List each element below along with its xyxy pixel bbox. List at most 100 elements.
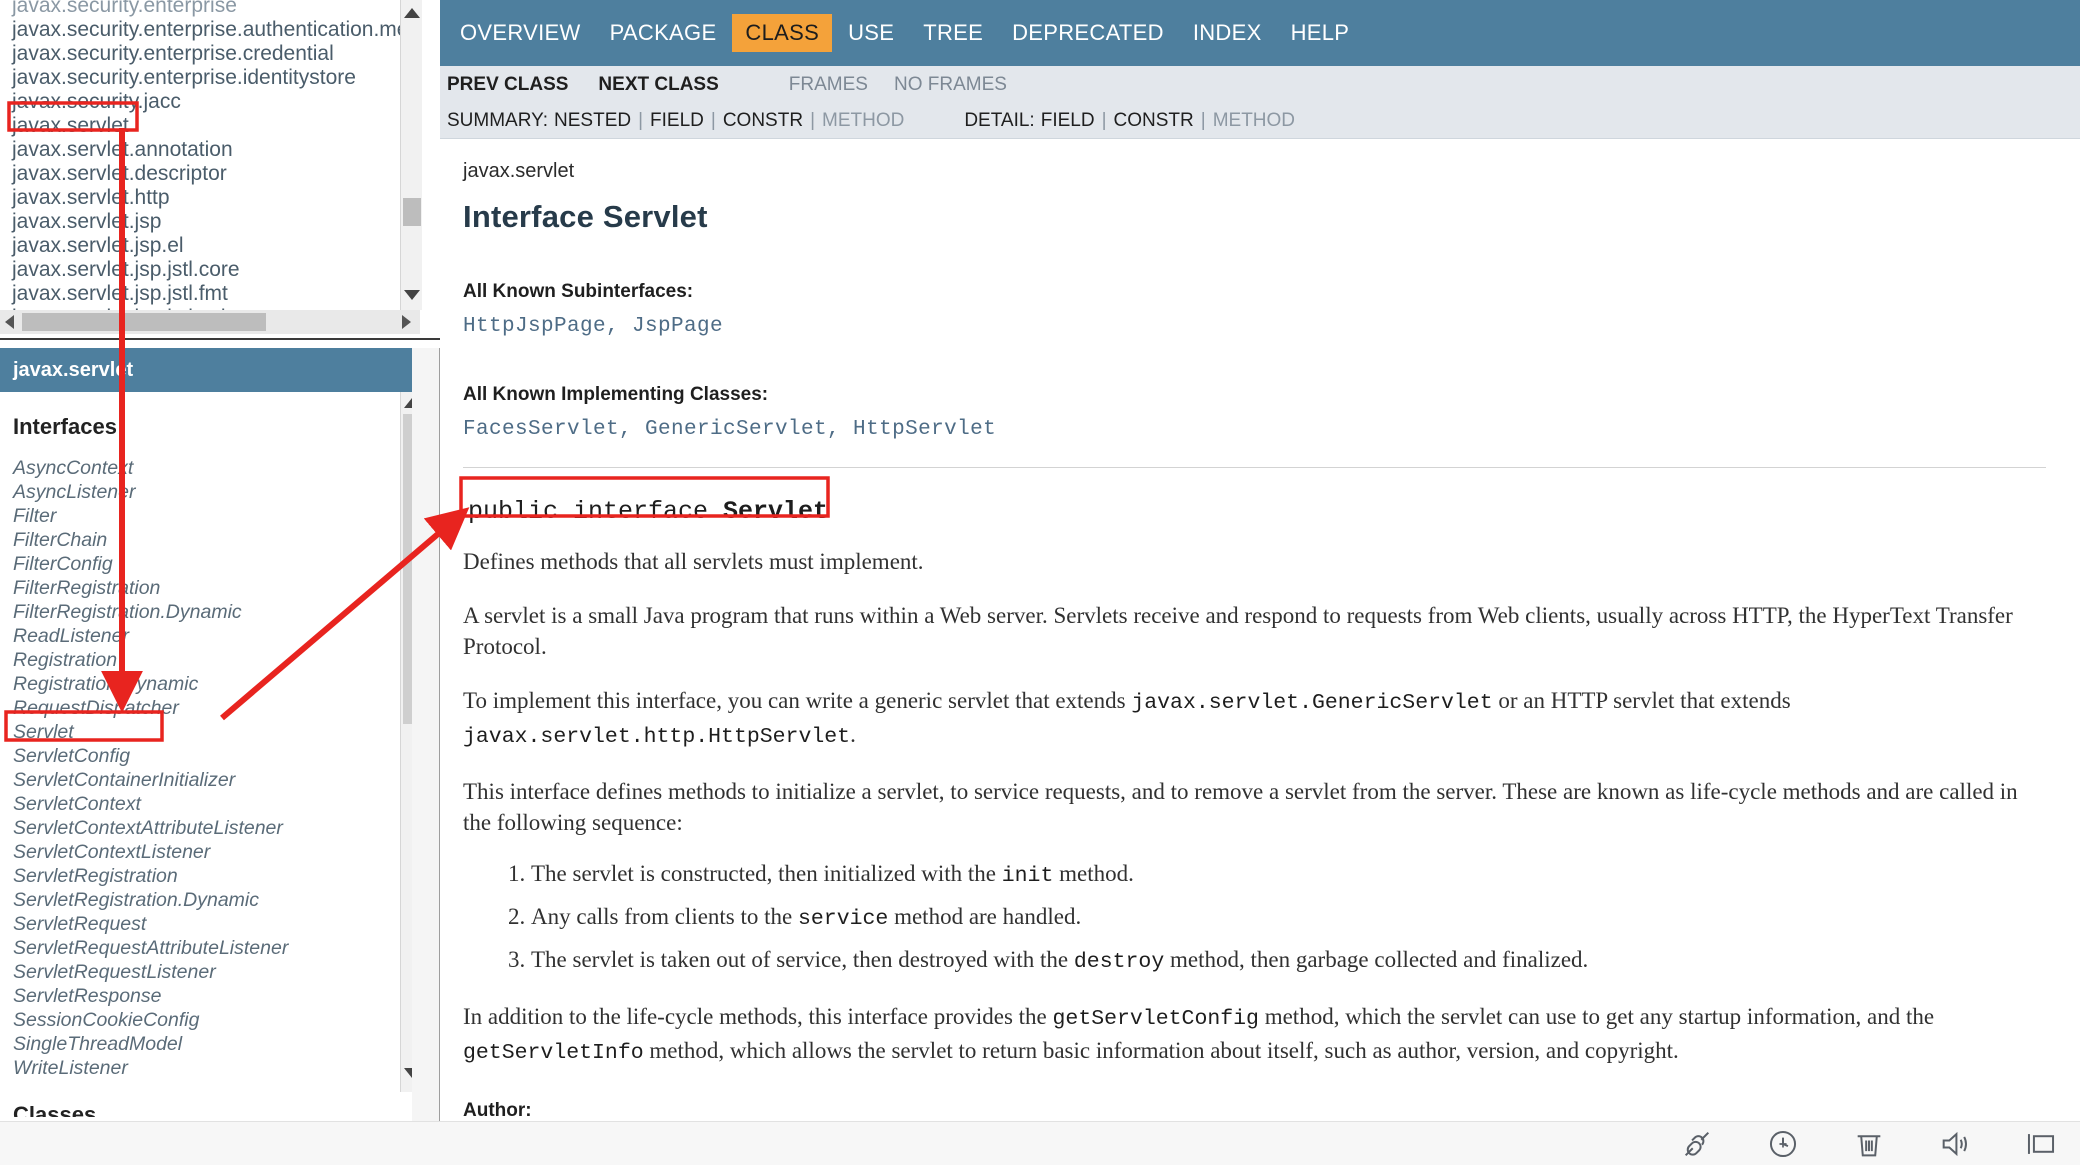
frames-link[interactable]: FRAMES — [789, 74, 868, 96]
scrollbar-thumb[interactable] — [22, 313, 266, 331]
interface-link[interactable]: ServletRegistration — [13, 864, 412, 888]
interface-link[interactable]: RequestDispatcher — [13, 696, 412, 720]
summary-constr-link[interactable]: CONSTR — [723, 110, 803, 132]
nav-tree[interactable]: TREE — [910, 14, 996, 52]
interface-link[interactable]: SingleThreadModel — [13, 1032, 412, 1056]
separator: | — [710, 109, 716, 131]
no-frames-link[interactable]: NO FRAMES — [894, 74, 1007, 96]
scroll-up-arrow-icon[interactable] — [404, 8, 420, 18]
summary-nested-link[interactable]: NESTED — [554, 110, 631, 132]
package-list-horizontal-scrollbar[interactable] — [0, 310, 420, 334]
nav-use[interactable]: USE — [835, 14, 907, 52]
interface-link[interactable]: ReadListener — [13, 624, 412, 648]
prev-class-link[interactable]: PREV CLASS — [447, 74, 568, 96]
interface-link[interactable]: AsyncContext — [13, 456, 412, 480]
left-frames-column: javax.security.enterprise javax.security… — [0, 0, 440, 1165]
interface-link[interactable]: WriteListener — [13, 1056, 412, 1080]
clock-add-icon[interactable] — [1766, 1127, 1800, 1161]
nav-package[interactable]: PACKAGE — [597, 14, 730, 52]
detail-method-link[interactable]: METHOD — [1213, 110, 1295, 132]
window-icon[interactable] — [2024, 1127, 2058, 1161]
separator: | — [810, 109, 815, 131]
interface-link[interactable]: ServletConfig — [13, 744, 412, 768]
step-text-b: method. — [1053, 861, 1134, 886]
p3-text-a: To implement this interface, you can wri… — [463, 688, 1132, 713]
frame-splitter[interactable] — [412, 348, 440, 1165]
package-list-item[interactable]: javax.servlet.jsp.el — [12, 234, 404, 258]
package-list-item[interactable]: javax.servlet.jsp.jstl.fmt — [12, 282, 404, 306]
top-navigation-bar: OVERVIEW PACKAGE CLASS USE TREE DEPRECAT… — [440, 0, 2080, 66]
interface-link[interactable]: ServletRequestListener — [13, 960, 412, 984]
interface-link[interactable]: ServletContextAttributeListener — [13, 816, 412, 840]
trash-icon[interactable] — [1852, 1127, 1886, 1161]
description-paragraph-2: A servlet is a small Java program that r… — [463, 603, 2013, 659]
description-paragraph-4: This interface defines methods to initia… — [463, 779, 2018, 835]
subinterfaces-value[interactable]: HttpJspPage, JspPage — [463, 315, 2046, 338]
package-list-item[interactable]: javax.security.enterprise.identitystore — [12, 66, 404, 90]
interface-link-servlet[interactable]: Servlet — [13, 720, 412, 744]
detail-field-link[interactable]: FIELD — [1041, 110, 1095, 132]
interface-link[interactable]: Registration — [13, 648, 412, 672]
package-list-item[interactable]: javax.security.enterprise — [12, 0, 404, 18]
interface-link[interactable]: FilterRegistration.Dynamic — [13, 600, 412, 624]
interface-link[interactable]: FilterRegistration — [13, 576, 412, 600]
nav-index[interactable]: INDEX — [1180, 14, 1275, 52]
class-list-body[interactable]: Interfaces AsyncContext AsyncListener Fi… — [0, 392, 412, 1117]
package-list[interactable]: javax.security.enterprise javax.security… — [0, 0, 404, 314]
summary-field-link[interactable]: FIELD — [650, 110, 704, 132]
implementing-classes-value[interactable]: FacesServlet, GenericServlet, HttpServle… — [463, 418, 2046, 441]
class-signature: public interface Servlet — [463, 491, 840, 533]
lifecycle-steps-list: The servlet is constructed, then initial… — [463, 858, 2046, 978]
interface-link[interactable]: ServletContainerInitializer — [13, 768, 412, 792]
detail-constr-link[interactable]: CONSTR — [1114, 110, 1194, 132]
interface-link[interactable]: AsyncListener — [13, 480, 412, 504]
p5-code-getservletconfig: getServletConfig — [1052, 1007, 1259, 1031]
scroll-down-arrow-icon[interactable] — [404, 290, 420, 300]
p3-code-httpservlet: javax.servlet.http.HttpServlet — [463, 725, 851, 749]
interface-link[interactable]: FilterChain — [13, 528, 412, 552]
scrollbar-thumb[interactable] — [403, 198, 421, 226]
package-list-item[interactable]: javax.security.enterprise.authentication… — [12, 18, 404, 42]
package-list-item[interactable]: javax.servlet.annotation — [12, 138, 404, 162]
package-list-item[interactable]: javax.security.enterprise.credential — [12, 42, 404, 66]
interface-link[interactable]: Registration.Dynamic — [13, 672, 412, 696]
next-class-link[interactable]: NEXT CLASS — [598, 74, 718, 96]
interface-link[interactable]: ServletRequestAttributeListener — [13, 936, 412, 960]
lifecycle-step: The servlet is constructed, then initial… — [531, 858, 2046, 892]
nav-class[interactable]: CLASS — [732, 14, 833, 52]
package-name: javax.servlet — [463, 160, 575, 182]
package-list-vertical-scrollbar[interactable] — [400, 0, 422, 310]
package-list-item[interactable]: javax.servlet.descriptor — [12, 162, 404, 186]
description-paragraph-1: Defines methods that all servlets must i… — [463, 549, 924, 574]
interface-link[interactable]: SessionCookieConfig — [13, 1008, 412, 1032]
volume-icon[interactable] — [1938, 1127, 1972, 1161]
step-text-b: method, then garbage collected and final… — [1164, 947, 1589, 972]
lifecycle-step: The servlet is taken out of service, the… — [531, 944, 2046, 978]
p5-text-a: In addition to the life-cycle methods, t… — [463, 1004, 1053, 1029]
interface-link[interactable]: Filter — [13, 504, 412, 528]
description-paragraph-5: In addition to the life-cycle methods, t… — [463, 1001, 2046, 1069]
interface-link[interactable]: ServletRegistration.Dynamic — [13, 888, 412, 912]
interface-link[interactable]: ServletRequest — [13, 912, 412, 936]
interface-link[interactable]: FilterConfig — [13, 552, 412, 576]
summary-method-link[interactable]: METHOD — [822, 110, 904, 132]
package-list-item[interactable]: javax.servlet.http — [12, 186, 404, 210]
link-broken-icon[interactable] — [1680, 1127, 1714, 1161]
nav-help[interactable]: HELP — [1278, 14, 1363, 52]
interface-link[interactable]: ServletContextListener — [13, 840, 412, 864]
package-list-item[interactable]: javax.security.jacc — [12, 90, 404, 114]
package-list-item-javax-servlet[interactable]: javax.servlet — [12, 114, 404, 138]
prev-next-frames-bar: PREV CLASS NEXT CLASS FRAMES NO FRAMES — [440, 66, 2080, 103]
interface-link[interactable]: ServletResponse — [13, 984, 412, 1008]
package-list-item[interactable]: javax.servlet.jsp.jstl.core — [12, 258, 404, 282]
scroll-left-arrow-icon[interactable] — [5, 315, 14, 329]
class-list-frame: javax.servlet Interfaces AsyncContext As… — [0, 348, 440, 1165]
nav-overview[interactable]: OVERVIEW — [447, 14, 594, 52]
package-list-item[interactable]: javax.servlet.jsp — [12, 210, 404, 234]
javadoc-browser-window: javax.security.enterprise javax.security… — [0, 0, 2080, 1165]
nav-deprecated[interactable]: DEPRECATED — [999, 14, 1177, 52]
lifecycle-step: Any calls from clients to the service me… — [531, 901, 2046, 935]
interface-link[interactable]: ServletContext — [13, 792, 412, 816]
scroll-right-arrow-icon[interactable] — [402, 315, 411, 329]
taskbar — [0, 1121, 2080, 1165]
